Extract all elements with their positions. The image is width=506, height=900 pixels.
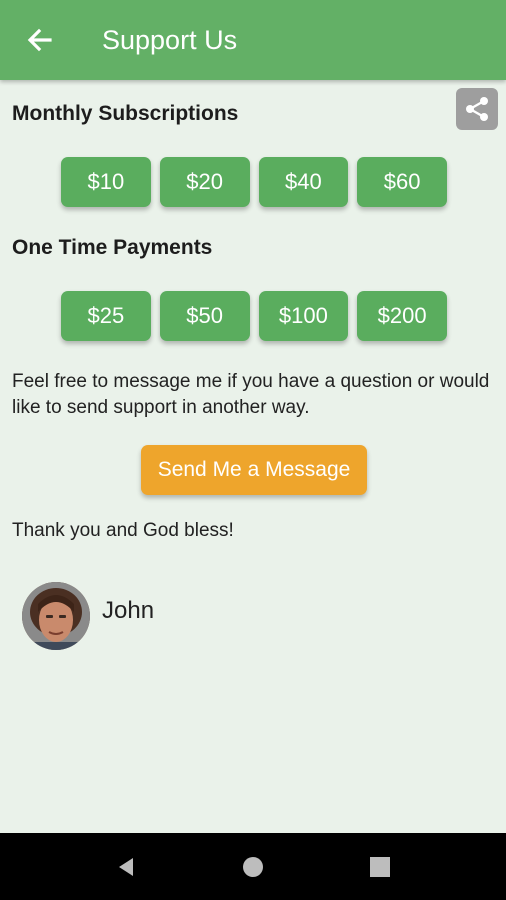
thanks-text: Thank you and God bless!: [12, 520, 234, 541]
monthly-10-button[interactable]: $10: [61, 157, 151, 207]
one-time-amount-row: $25 $50 $100 $200: [61, 291, 447, 341]
share-button[interactable]: [456, 88, 498, 130]
one-time-payments-heading: One Time Payments: [12, 236, 213, 259]
back-triangle-icon: [119, 858, 133, 876]
app-bar: Support Us: [0, 0, 506, 80]
page-title: Support Us: [102, 25, 238, 55]
onetime-25-button[interactable]: $25: [61, 291, 151, 341]
monthly-subscriptions-heading: Monthly Subscriptions: [12, 102, 239, 125]
system-nav-bar: [0, 833, 506, 900]
recents-square-icon: [370, 857, 390, 877]
monthly-40-button[interactable]: $40: [258, 157, 349, 207]
avatar: [22, 582, 90, 650]
onetime-100-button[interactable]: $100: [258, 291, 349, 341]
arrow-left-icon: [27, 28, 52, 52]
send-message-button[interactable]: Send Me a Message: [141, 445, 367, 495]
nav-recents-button[interactable]: [358, 845, 402, 889]
share-icon: [466, 97, 488, 121]
monthly-60-button[interactable]: $60: [357, 157, 447, 207]
monthly-amount-row: $10 $20 $40 $60: [61, 157, 447, 207]
onetime-200-button[interactable]: $200: [357, 291, 447, 341]
home-circle-icon: [243, 857, 263, 877]
onetime-50-button[interactable]: $50: [159, 291, 250, 341]
back-button[interactable]: [22, 22, 58, 58]
message-description: Feel free to message me if you have a qu…: [12, 371, 490, 418]
author-name: John: [102, 597, 155, 624]
nav-home-button[interactable]: [231, 845, 275, 889]
author-photo: [22, 582, 90, 650]
nav-back-button[interactable]: [104, 845, 148, 889]
monthly-20-button[interactable]: $20: [159, 157, 250, 207]
